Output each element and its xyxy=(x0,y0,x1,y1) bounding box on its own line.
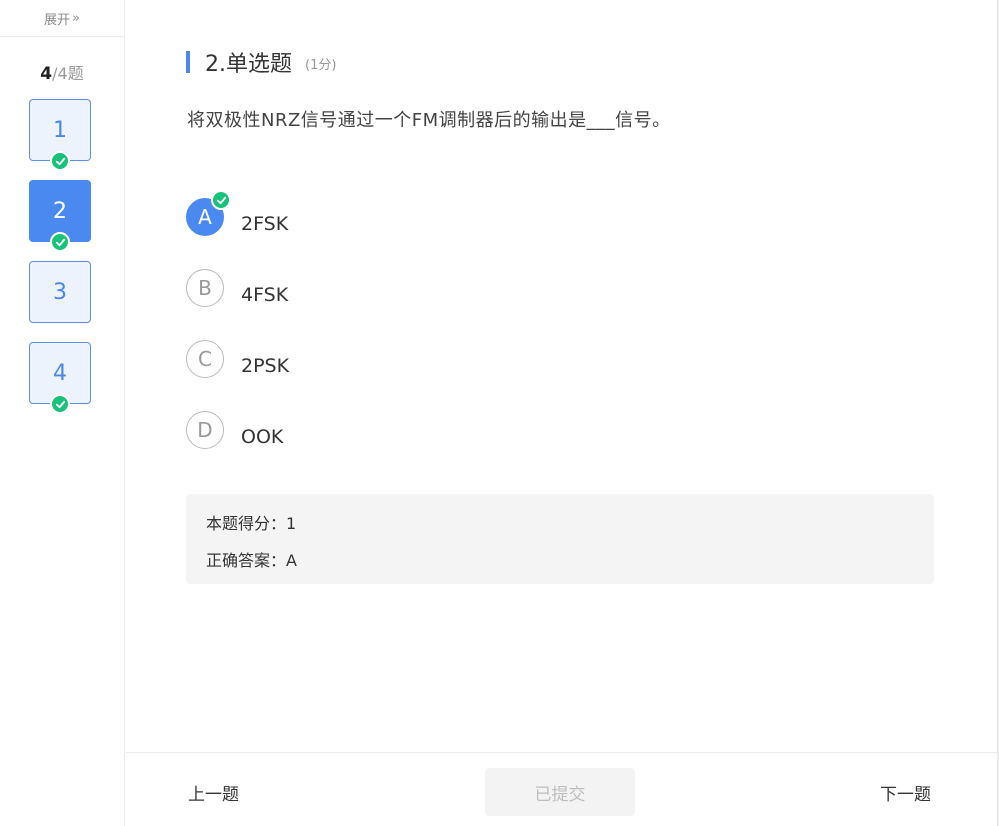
question-title: 2.单选题 xyxy=(205,52,292,77)
submitted-button[interactable]: 已提交 xyxy=(485,768,635,816)
score-result: 本题得分：1 xyxy=(206,514,297,533)
correct-check-icon xyxy=(211,190,231,210)
next-question-button[interactable]: 下一题 xyxy=(880,780,931,805)
result-panel: 本题得分：1 正确答案：A xyxy=(186,494,934,584)
option-b[interactable]: B 4FSK xyxy=(186,269,288,307)
question-sidebar: 展开 » 4/4题 1 2 3 4 xyxy=(0,0,125,826)
option-letter-b: B xyxy=(186,269,224,307)
option-letter-text: B xyxy=(198,276,212,300)
option-letter-text: A xyxy=(198,205,212,229)
expand-label: 展开 xyxy=(44,12,71,28)
question-panel: 2.单选题 (1分) 将双极性NRZ信号通过一个FM调制器后的输出是___信号。… xyxy=(126,0,997,826)
answered-check-icon xyxy=(50,232,70,252)
footer-bar: 上一题 已提交 下一题 xyxy=(126,752,997,826)
option-letter-a: A xyxy=(186,190,231,236)
option-text: OOK xyxy=(241,426,284,448)
option-text: 2FSK xyxy=(241,213,289,235)
title-accent-bar xyxy=(186,51,190,73)
counter-current: 4 xyxy=(40,64,53,84)
expand-button[interactable]: 展开 » xyxy=(0,0,124,37)
option-d[interactable]: D OOK xyxy=(186,411,283,449)
question-score: (1分) xyxy=(305,58,337,73)
option-letter-text: C xyxy=(198,347,212,371)
question-nav-number: 2 xyxy=(53,198,67,224)
question-header: 2.单选题 (1分) xyxy=(186,46,336,78)
question-stem: 将双极性NRZ信号通过一个FM调制器后的输出是___信号。 xyxy=(187,110,671,131)
option-letter-d: D xyxy=(186,411,224,449)
question-nav-number: 4 xyxy=(53,360,67,386)
question-nav-number: 1 xyxy=(53,117,67,143)
question-counter: 4/4题 xyxy=(0,60,124,84)
question-nav-4[interactable]: 4 xyxy=(29,342,91,414)
answered-check-icon xyxy=(50,394,70,414)
counter-total: /4题 xyxy=(52,64,84,83)
question-nav-number: 3 xyxy=(53,279,67,305)
question-nav-3[interactable]: 3 xyxy=(29,261,91,323)
option-text: 2PSK xyxy=(241,355,290,377)
option-letter-c: C xyxy=(186,340,224,378)
prev-question-button[interactable]: 上一题 xyxy=(188,780,239,805)
correct-answer: 正确答案：A xyxy=(206,551,297,570)
option-letter-text: D xyxy=(197,418,213,442)
option-text: 4FSK xyxy=(241,284,289,306)
option-c[interactable]: C 2PSK xyxy=(186,340,289,378)
answered-check-icon xyxy=(50,151,70,171)
question-nav-2[interactable]: 2 xyxy=(29,180,91,252)
double-chevron-right-icon: » xyxy=(72,10,80,26)
option-a[interactable]: A 2FSK xyxy=(186,190,289,236)
question-nav-1[interactable]: 1 xyxy=(29,99,91,171)
